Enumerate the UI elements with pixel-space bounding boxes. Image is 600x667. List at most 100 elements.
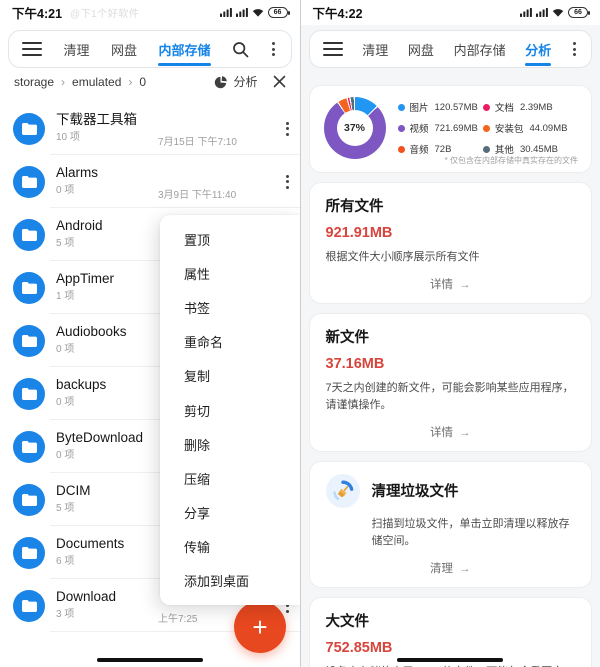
analyze-button[interactable]: 分析 [214, 73, 257, 90]
tab-clean[interactable]: 清理 [63, 31, 89, 67]
signal-icon [536, 8, 548, 17]
home-indicator[interactable] [97, 658, 203, 663]
legend-item-documents: 文档2.39MB [483, 100, 579, 114]
top-tab-bar: 清理 网盘 内部存储 分析 [309, 30, 593, 68]
legend-dot [398, 104, 405, 111]
donut-center-label: 37% [337, 110, 373, 146]
analysis-content: 37% 图片120.57MB 视频721.69MB 音频72B 文档2.39MB… [301, 68, 600, 667]
card-description: 扫描到垃圾文件，单击立即清理以释放存储空间。 [372, 516, 576, 551]
legend-item-images: 图片120.57MB [398, 100, 479, 114]
breadcrumb-0[interactable]: 0 [139, 75, 146, 89]
status-bar: 下午4:21 @下1个好软件 66 [0, 0, 300, 25]
menu-item-rename[interactable]: 重命名 [184, 325, 300, 359]
tab-internal-storage[interactable]: 内部存储 [454, 31, 506, 67]
file-name: Download [56, 589, 116, 605]
tab-cloud-drive[interactable]: 网盘 [408, 31, 434, 67]
folder-icon [13, 272, 45, 304]
menu-hamburger-icon[interactable] [323, 42, 343, 56]
card-title: 新文件 [326, 326, 576, 347]
card-size-value: 752.85MB [326, 640, 576, 656]
legend-dot [398, 146, 405, 153]
tab-analyze[interactable]: 分析 [525, 31, 551, 67]
search-icon[interactable] [232, 41, 249, 58]
file-name: DCIM [56, 483, 91, 499]
file-count: 1 项 [56, 291, 74, 302]
status-icons: 66 [520, 7, 588, 18]
breadcrumb-storage[interactable]: storage [14, 75, 54, 89]
folder-icon [13, 378, 45, 410]
storage-chart-card: 37% 图片120.57MB 视频721.69MB 音频72B 文档2.39MB… [309, 85, 593, 173]
new-files-card[interactable]: 新文件 37.16MB 7天之内创建的新文件，可能会影响某些应用程序，请谨慎操作… [309, 313, 593, 452]
tab-cloud-drive[interactable]: 网盘 [111, 31, 137, 67]
add-fab-button[interactable]: + [234, 601, 286, 653]
tab-internal-storage[interactable]: 内部存储 [158, 31, 210, 67]
pie-chart-icon [214, 75, 228, 89]
file-name: AppTimer [56, 271, 114, 287]
more-options-icon[interactable] [270, 40, 277, 58]
details-button[interactable]: 详情→ [326, 276, 576, 294]
menu-item-transfer[interactable]: 传输 [184, 530, 300, 564]
menu-item-compress[interactable]: 压缩 [184, 461, 300, 495]
left-screen-file-manager: 下午4:21 @下1个好软件 66 清理 网盘 内部存储 storage › e… [0, 0, 300, 667]
card-size-value: 37.16MB [326, 356, 576, 372]
file-date: 上午7:25 [158, 610, 197, 625]
file-date: 3月9日 下午11:40 [158, 186, 236, 201]
folder-icon [13, 219, 45, 251]
file-count: 3 项 [56, 609, 74, 620]
legend-item-others: 其他30.45MB [483, 142, 579, 156]
file-count: 0 项 [56, 185, 74, 196]
arrow-right-icon: → [459, 427, 471, 439]
file-row[interactable]: Alarms 0 项 3月9日 下午11:40 [0, 155, 300, 208]
file-count: 10 项 [56, 132, 80, 143]
right-screen-analysis: 下午4:22 66 清理 网盘 内部存储 分析 37% 图片120.57 [301, 0, 600, 667]
menu-item-add-to-desktop[interactable]: 添加到桌面 [184, 564, 300, 598]
file-count: 5 项 [56, 238, 74, 249]
more-options-icon[interactable] [571, 40, 578, 58]
legend-dot [483, 146, 490, 153]
card-title: 所有文件 [326, 195, 576, 216]
menu-item-properties[interactable]: 属性 [184, 256, 300, 290]
legend-item-audio: 音频72B [398, 142, 479, 156]
card-title: 清理垃圾文件 [372, 480, 459, 501]
close-icon[interactable] [273, 75, 286, 88]
clock: 下午4:21 [12, 3, 62, 22]
row-more-icon[interactable] [284, 173, 291, 191]
folder-icon [13, 166, 45, 198]
menu-item-share[interactable]: 分享 [184, 496, 300, 530]
row-more-icon[interactable] [284, 120, 291, 138]
arrow-right-icon: → [459, 279, 471, 291]
legend-dot [483, 125, 490, 132]
menu-hamburger-icon[interactable] [22, 42, 42, 56]
breadcrumb-emulated[interactable]: emulated [72, 75, 121, 89]
file-count: 0 项 [56, 344, 74, 355]
details-button[interactable]: 详情→ [326, 424, 576, 442]
all-files-card[interactable]: 所有文件 921.91MB 根据文件大小顺序展示所有文件 详情→ [309, 182, 593, 304]
signal-icon [220, 8, 232, 17]
battery-icon: 66 [568, 7, 588, 18]
file-count: 0 项 [56, 397, 74, 408]
tab-clean[interactable]: 清理 [362, 31, 388, 67]
menu-item-pin[interactable]: 置顶 [184, 222, 300, 256]
folder-icon [13, 113, 45, 145]
home-indicator[interactable] [397, 658, 503, 663]
signal-icon [520, 8, 532, 17]
menu-item-bookmark[interactable]: 书签 [184, 290, 300, 324]
card-size-value: 921.91MB [326, 225, 576, 241]
menu-item-cut[interactable]: 剪切 [184, 393, 300, 427]
clean-button[interactable]: 清理→ [326, 560, 576, 578]
clean-broom-icon [326, 474, 360, 508]
watermark: @下1个好软件 [70, 5, 139, 20]
menu-item-copy[interactable]: 复制 [184, 359, 300, 393]
chevron-right-icon: › [128, 75, 132, 89]
donut-chart: 37% [324, 97, 386, 159]
file-name: Documents [56, 536, 124, 552]
dual-screenshot-stage: 下午4:21 @下1个好软件 66 清理 网盘 内部存储 storage › e… [0, 0, 600, 667]
menu-item-delete[interactable]: 删除 [184, 427, 300, 461]
clean-junk-card[interactable]: 清理垃圾文件 扫描到垃圾文件，单击立即清理以释放存储空间。 清理→ [309, 461, 593, 588]
breadcrumb: storage › emulated › 0 分析 [0, 68, 300, 95]
folder-icon [13, 537, 45, 569]
file-row[interactable]: 下载器工具箱 10 项 7月15日 下午7:10 [0, 102, 300, 155]
chart-legend: 图片120.57MB 视频721.69MB 音频72B 文档2.39MB 安装包… [398, 100, 580, 157]
large-files-card[interactable]: 大文件 752.85MB 设备中存储的大于10MB的文件，可能包含重要文件，请谨… [309, 597, 593, 667]
file-name: ByteDownload [56, 430, 143, 446]
